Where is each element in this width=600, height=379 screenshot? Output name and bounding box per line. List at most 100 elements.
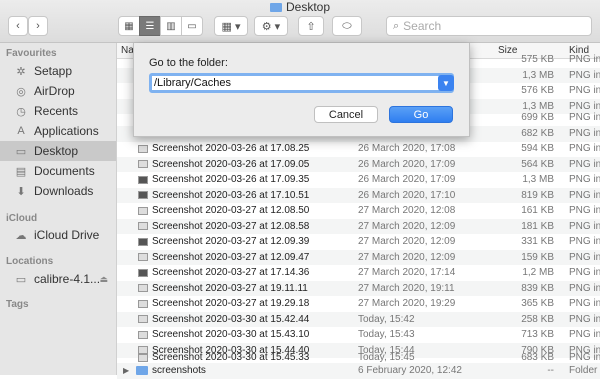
image-thumbnail-icon	[138, 330, 148, 339]
sidebar-item-airdrop[interactable]: ◎ AirDrop	[0, 81, 116, 101]
table-row[interactable]: Screenshot 2020-03-26 at 17.09.35 26 Mar…	[117, 172, 600, 188]
file-kind: PNG in	[569, 236, 600, 248]
table-row[interactable]: Screenshot 2020-03-27 at 12.09.39 27 Mar…	[117, 234, 600, 250]
file-name: Screenshot 2020-03-27 at 12.08.58	[152, 220, 310, 232]
table-row[interactable]: Screenshot 2020-03-27 at 12.08.58 27 Mar…	[117, 218, 600, 234]
group-by-button[interactable]: ▦ ▾	[214, 16, 248, 36]
image-thumbnail-icon	[138, 299, 148, 308]
desktop-icon: ▭	[15, 145, 27, 158]
file-size: 181 KB	[521, 220, 554, 232]
file-size: 594 KB	[521, 143, 554, 155]
table-row[interactable]: Screenshot 2020-03-26 at 17.08.25 26 Mar…	[117, 141, 600, 157]
disclosure-triangle-icon[interactable]: ▶	[123, 366, 129, 375]
sheet-prompt: Go to the folder:	[149, 57, 228, 69]
applications-icon: A	[17, 125, 25, 137]
window-title-text: Desktop	[285, 0, 331, 14]
folder-path-value: /Library/Caches	[154, 77, 232, 89]
back-chevron-icon: ‹	[16, 20, 20, 32]
disk-icon: ▭	[15, 273, 27, 286]
eject-icon[interactable]: ⏏	[99, 274, 108, 285]
table-row[interactable]: Screenshot 2020-03-30 at 15.42.44 Today,…	[117, 311, 600, 327]
image-thumbnail-icon	[138, 284, 148, 293]
image-thumbnail-icon	[138, 191, 148, 200]
file-name: Screenshot 2020-03-27 at 12.09.47	[152, 251, 310, 263]
file-date: 26 March 2020, 17:08	[358, 143, 456, 155]
gear-icon: ⚙ ▾	[261, 20, 281, 33]
file-size: 682 KB	[521, 128, 554, 140]
file-size: 713 KB	[521, 329, 554, 341]
back-button[interactable]: ‹	[8, 16, 28, 36]
file-kind: PNG in	[569, 352, 600, 364]
file-name: Screenshot 2020-03-26 at 17.09.35	[152, 174, 310, 186]
icon-view-button[interactable]: ▦	[118, 16, 140, 36]
sidebar-item-documents[interactable]: ▤ Documents	[0, 161, 116, 181]
file-name: Screenshot 2020-03-26 at 17.09.05	[152, 158, 310, 170]
file-kind: PNG in	[569, 267, 600, 279]
file-name: Screenshot 2020-03-27 at 12.08.50	[152, 205, 310, 217]
cloud-icon: ☁	[15, 229, 27, 242]
sidebar-item-label: calibre-4.1...	[34, 272, 101, 286]
forward-button[interactable]: ›	[28, 16, 48, 36]
sidebar-item-calibre[interactable]: ▭ calibre-4.1... ⏏	[0, 269, 116, 289]
action-button[interactable]: ⚙ ▾	[254, 16, 288, 36]
columns-icon: ▥	[166, 20, 176, 32]
sidebar-item-label: AirDrop	[34, 84, 75, 98]
column-view-button[interactable]: ▥	[160, 16, 182, 36]
file-size: 819 KB	[521, 189, 554, 201]
search-field[interactable]: ⌕ Search	[386, 16, 592, 36]
sidebar-item-label: Downloads	[34, 184, 94, 198]
sidebar-item-setapp[interactable]: ✲ Setapp	[0, 61, 116, 81]
table-row[interactable]: Screenshot 2020-03-30 at 15.43.10 Today,…	[117, 327, 600, 343]
table-row[interactable]: Screenshot 2020-03-27 at 19.11.11 27 Mar…	[117, 280, 600, 296]
go-to-folder-sheet: Go to the folder: /Library/Caches ▼ Canc…	[133, 43, 470, 137]
file-date: Today, 15:42	[358, 313, 415, 325]
image-thumbnail-icon	[138, 268, 148, 277]
file-date: Today, 15:43	[358, 329, 415, 341]
table-row[interactable]: Screenshot 2020-03-26 at 17.09.05 26 Mar…	[117, 156, 600, 172]
file-date: Today, 15:45	[358, 352, 415, 364]
sidebar-item-icloud-drive[interactable]: ☁ iCloud Drive	[0, 225, 116, 245]
sidebar-item-downloads[interactable]: ⬇ Downloads	[0, 181, 116, 201]
file-size: 575 KB	[521, 54, 554, 66]
tags-button[interactable]: ⬭	[332, 16, 362, 36]
forward-chevron-icon: ›	[36, 20, 40, 32]
file-kind: PNG in	[569, 313, 600, 325]
image-thumbnail-icon	[138, 206, 148, 215]
window-title: Desktop	[0, 0, 600, 14]
view-mode-control: ▦ ☰ ▥ ▭	[118, 16, 203, 36]
path-history-dropdown[interactable]: ▼	[438, 75, 454, 91]
file-kind: PNG in	[569, 174, 600, 186]
file-name: Screenshot 2020-03-30 at 15.42.44	[152, 313, 310, 325]
table-row[interactable]: Screenshot 2020-03-27 at 19.29.18 27 Mar…	[117, 296, 600, 312]
table-row[interactable]: Screenshot 2020-03-26 at 17.10.51 26 Mar…	[117, 187, 600, 203]
file-name: Screenshot 2020-03-27 at 19.29.18	[152, 298, 310, 310]
file-size: 258 KB	[521, 313, 554, 325]
folder-path-input[interactable]: /Library/Caches	[149, 73, 454, 93]
cancel-button[interactable]: Cancel	[314, 106, 378, 123]
file-kind: PNG in	[569, 158, 600, 170]
list-view-button[interactable]: ☰	[139, 16, 161, 36]
search-placeholder: Search	[403, 19, 442, 33]
go-button[interactable]: Go	[389, 106, 453, 123]
table-row-folder[interactable]: ▶ screenshots 6 February 2020, 12:42 -- …	[117, 363, 600, 379]
file-name: Screenshot 2020-03-30 at 15.43.10	[152, 329, 310, 341]
setapp-icon: ✲	[16, 65, 26, 78]
file-kind: PNG in	[569, 128, 600, 140]
sidebar-item-desktop[interactable]: ▭ Desktop	[0, 141, 116, 161]
image-thumbnail-icon	[138, 237, 148, 246]
share-button[interactable]: ⇧	[298, 16, 324, 36]
gallery-view-button[interactable]: ▭	[181, 16, 203, 36]
image-thumbnail-icon	[138, 175, 148, 184]
file-size: 564 KB	[521, 158, 554, 170]
share-icon: ⇧	[306, 20, 316, 33]
table-row[interactable]: Screenshot 2020-03-27 at 12.08.50 27 Mar…	[117, 203, 600, 219]
file-date: 26 March 2020, 17:09	[358, 174, 456, 186]
file-name: Screenshot 2020-03-30 at 15.45.33	[152, 352, 310, 364]
sidebar-item-label: Applications	[34, 124, 99, 138]
file-size: 1,3 MB	[522, 69, 554, 81]
file-date: 27 March 2020, 17:14	[358, 267, 456, 279]
table-row[interactable]: Screenshot 2020-03-27 at 12.09.47 27 Mar…	[117, 249, 600, 265]
sidebar-item-applications[interactable]: A Applications	[0, 121, 116, 141]
table-row[interactable]: Screenshot 2020-03-27 at 17.14.36 27 Mar…	[117, 265, 600, 281]
sidebar-item-recents[interactable]: ◷ Recents	[0, 101, 116, 121]
